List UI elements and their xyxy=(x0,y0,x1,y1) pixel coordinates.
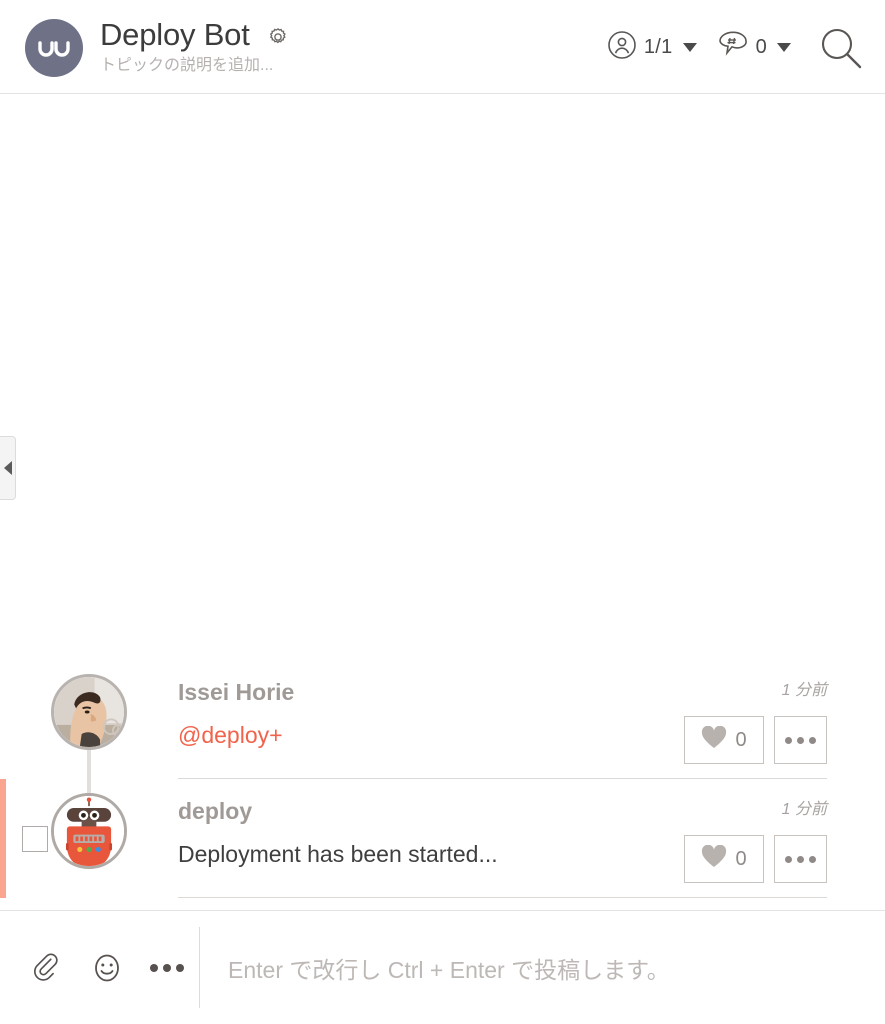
message-timestamp: 1 分前 xyxy=(781,801,827,818)
message-input[interactable]: Enter で改行し Ctrl + Enter で投稿します。 xyxy=(200,911,885,1024)
like-button[interactable]: 0 xyxy=(684,716,764,764)
message-text: @deploy+ xyxy=(178,722,283,748)
members-dropdown[interactable]: 1/1 xyxy=(601,26,703,69)
topic-description[interactable]: トピックの説明を追加... xyxy=(100,56,601,76)
avatar[interactable] xyxy=(51,674,127,750)
person-circle-icon xyxy=(607,30,637,65)
more-options-button[interactable] xyxy=(774,716,827,764)
message-header: Issei Horie 1 分前 xyxy=(178,678,827,706)
message-list: Issei Horie 1 分前 @deploy+ 0 deploy 1 分前 … xyxy=(0,660,885,910)
message-item: Issei Horie 1 分前 @deploy+ 0 xyxy=(0,660,885,817)
sidebar-collapse-handle[interactable] xyxy=(0,436,16,500)
heart-icon xyxy=(701,844,727,874)
ellipsis-icon xyxy=(785,855,816,863)
message-content-row: Deployment has been started... 0 xyxy=(178,835,827,883)
chat-app: Deploy Bot トピックの説明を追加... 1/1 0 Issei Hor… xyxy=(0,0,885,1024)
header-actions: 1/1 0 xyxy=(601,22,867,74)
message-actions: 0 xyxy=(684,835,827,883)
message-timestamp: 1 分前 xyxy=(781,682,827,699)
message-author: Issei Horie xyxy=(178,679,295,705)
message-body: Issei Horie 1 分前 @deploy+ 0 xyxy=(178,660,827,779)
composer-more-button[interactable] xyxy=(150,951,184,985)
tags-count: 0 xyxy=(755,36,767,58)
topic-title-block: Deploy Bot トピックの説明を追加... xyxy=(100,17,601,76)
thread-connector xyxy=(87,757,91,797)
message-body: deploy 1 分前 Deployment has been started.… xyxy=(178,779,827,898)
more-options-button[interactable] xyxy=(774,835,827,883)
message-header: deploy 1 分前 xyxy=(178,797,827,825)
workspace-logo[interactable] xyxy=(25,18,83,77)
message-actions: 0 xyxy=(684,716,827,764)
gear-icon[interactable] xyxy=(266,25,290,49)
like-count: 0 xyxy=(735,728,747,751)
title-row: Deploy Bot xyxy=(100,17,601,53)
chevron-left-icon xyxy=(3,461,12,475)
avatar[interactable] xyxy=(51,793,127,869)
heart-icon xyxy=(701,725,727,755)
search-icon[interactable] xyxy=(815,22,867,74)
hashtag-bubble-icon xyxy=(717,31,749,64)
topic-header: Deploy Bot トピックの説明を追加... 1/1 0 xyxy=(0,0,885,94)
message-author: deploy xyxy=(178,798,253,824)
members-count: 1/1 xyxy=(643,36,673,58)
message-composer: Enter で改行し Ctrl + Enter で投稿します。 xyxy=(0,910,885,1024)
message-text: Deployment has been started... xyxy=(178,841,498,867)
page-title: Deploy Bot xyxy=(100,17,250,52)
message-scroll-area[interactable]: Issei Horie 1 分前 @deploy+ 0 deploy 1 分前 … xyxy=(0,94,885,910)
like-count: 0 xyxy=(735,847,747,870)
tags-dropdown[interactable]: 0 xyxy=(711,27,797,68)
chevron-down-icon xyxy=(777,43,791,52)
paperclip-icon[interactable] xyxy=(30,951,64,985)
message-item: deploy 1 分前 Deployment has been started.… xyxy=(0,757,885,898)
avatar-column xyxy=(0,757,178,898)
message-content-row: @deploy+ 0 xyxy=(178,716,827,764)
ellipsis-icon xyxy=(785,736,816,744)
ellipsis-icon xyxy=(150,963,184,972)
smiley-icon[interactable] xyxy=(90,951,124,985)
composer-toolbar xyxy=(0,927,200,1008)
like-button[interactable]: 0 xyxy=(684,835,764,883)
chevron-down-icon xyxy=(682,43,697,52)
